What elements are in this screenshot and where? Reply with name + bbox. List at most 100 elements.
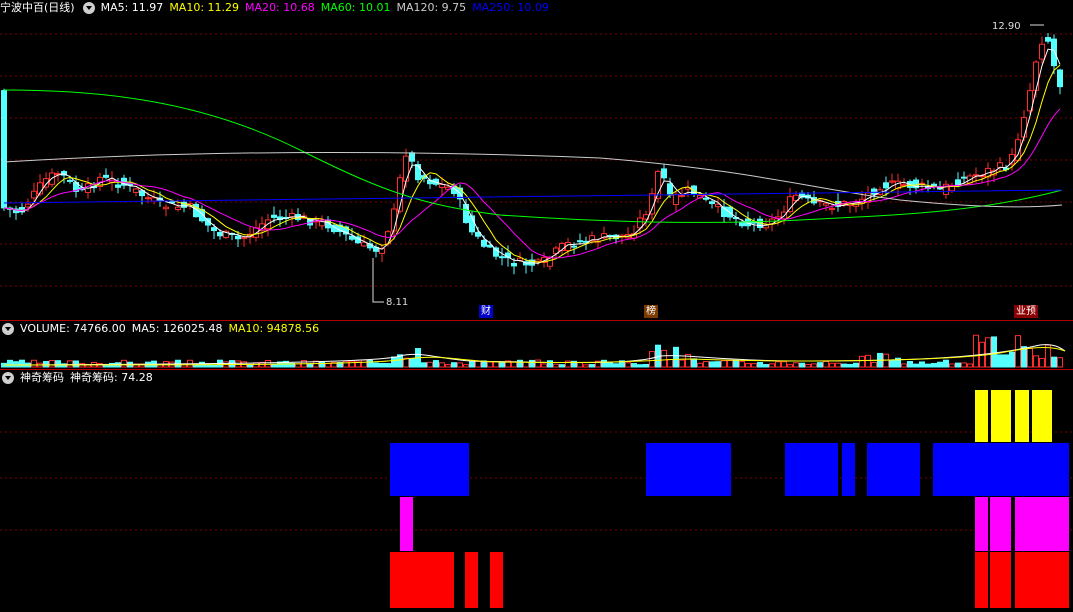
volume-bar <box>523 361 529 368</box>
ma5-line <box>3 48 1061 264</box>
chip-chart[interactable] <box>0 370 1073 612</box>
volume-bar <box>703 361 709 368</box>
volume-bar <box>1039 357 1045 368</box>
candle-body <box>673 193 679 205</box>
volume-bar <box>409 358 415 368</box>
candle-body <box>211 227 217 232</box>
volume-bar <box>715 361 721 368</box>
kline-panel[interactable]: 宁波中百(日线) MA5: 11.97 MA10: 11.29 MA20: 10.6… <box>0 0 1073 320</box>
volume-bar <box>955 362 961 368</box>
chip-block <box>975 497 988 551</box>
volume-bar <box>637 364 643 368</box>
volume-bar <box>973 334 979 368</box>
event-tag-forecast[interactable]: 业预 <box>1014 305 1038 318</box>
event-tag-rank[interactable]: 榜 <box>644 305 658 318</box>
candle-body <box>391 208 397 232</box>
chip-block <box>842 443 855 496</box>
chip-block <box>646 443 731 496</box>
chip-value: 神奇筹码: 74.28 <box>70 371 153 384</box>
volume-bar <box>55 360 61 368</box>
volume-bar <box>859 355 865 368</box>
volume-bar <box>235 360 241 368</box>
kline-chart[interactable] <box>0 0 1073 320</box>
chip-block <box>867 443 920 496</box>
volume-bar <box>583 364 589 368</box>
volume-bar <box>445 364 451 368</box>
volume-bar <box>901 363 907 368</box>
chip-block <box>990 552 1011 608</box>
volume-bar <box>757 361 763 368</box>
volume-bar <box>247 364 253 368</box>
chip-indicator-panel[interactable]: 神奇筹码 神奇筹码: 74.28 <box>0 370 1073 612</box>
candle-body <box>961 176 967 179</box>
volume-bar <box>847 363 853 368</box>
chip-block <box>991 390 1011 442</box>
volume-bar <box>601 359 607 368</box>
volume-bar <box>373 362 379 368</box>
volume-panel[interactable]: VOLUME: 74766.00 MA5: 126025.48 MA10: 94… <box>0 321 1073 369</box>
candle-body <box>145 197 151 200</box>
volume-bar <box>661 349 667 368</box>
volume-bar <box>949 363 955 368</box>
candle-body <box>409 152 415 162</box>
volume-bar <box>367 359 373 368</box>
candle-body <box>349 235 355 240</box>
chip-block <box>400 497 413 551</box>
volume-bar <box>31 359 37 368</box>
volume-bar <box>13 361 19 368</box>
volume-bar <box>865 354 871 368</box>
volume-bar <box>559 364 565 368</box>
low-pointer <box>372 258 384 303</box>
volume-bar <box>823 360 829 368</box>
volume-bar <box>1033 355 1039 368</box>
volume-bar <box>793 362 799 368</box>
volume-bar <box>1051 356 1057 368</box>
volume-bar <box>343 360 349 368</box>
chip-title: 神奇筹码 <box>20 371 64 384</box>
volume-bar <box>577 362 583 368</box>
volume-bar <box>937 361 943 368</box>
volume-bar <box>709 361 715 368</box>
volume-bar <box>997 354 1003 368</box>
candle-body <box>241 236 247 240</box>
volume-bar <box>121 359 127 368</box>
volume-bar <box>607 361 613 368</box>
candle-body <box>25 203 31 208</box>
candle-body <box>481 239 487 247</box>
ma250-line <box>3 189 1063 204</box>
volume-bar <box>19 359 25 368</box>
candle-body <box>499 256 505 259</box>
low-price-label: 8.11 <box>386 297 409 308</box>
volume-bar <box>67 360 73 368</box>
volume-bar <box>931 362 937 368</box>
volume-bar <box>481 360 487 368</box>
event-tag-earnings[interactable]: 财 <box>479 305 493 318</box>
ma10-line <box>3 64 1061 263</box>
ma-legend-item: MA250: 10.09 <box>472 1 549 14</box>
volume-bar <box>307 363 313 368</box>
candle-body <box>217 231 223 237</box>
candle-body <box>703 197 709 200</box>
volume-bar <box>211 364 217 368</box>
volume-bar <box>961 362 967 368</box>
candle-body <box>175 206 181 211</box>
volume-bar <box>487 361 493 368</box>
collapse-icon[interactable] <box>2 323 14 335</box>
volume-bar <box>379 362 385 368</box>
volume-bar <box>73 360 79 368</box>
volume-bar <box>457 362 463 368</box>
volume-bar <box>697 362 703 368</box>
candle-body <box>151 197 157 202</box>
candle-body <box>709 201 715 205</box>
ma60-line <box>3 89 1063 223</box>
volume-bar <box>991 336 997 368</box>
volume-bar <box>721 360 727 368</box>
volume-bar <box>805 363 811 368</box>
volume-bar <box>775 361 781 368</box>
collapse-icon[interactable] <box>2 372 14 384</box>
volume-bar <box>745 363 751 368</box>
collapse-icon[interactable] <box>82 2 95 14</box>
volume-bar <box>427 361 433 368</box>
volume-bar <box>439 362 445 368</box>
candle-body <box>1039 43 1045 60</box>
